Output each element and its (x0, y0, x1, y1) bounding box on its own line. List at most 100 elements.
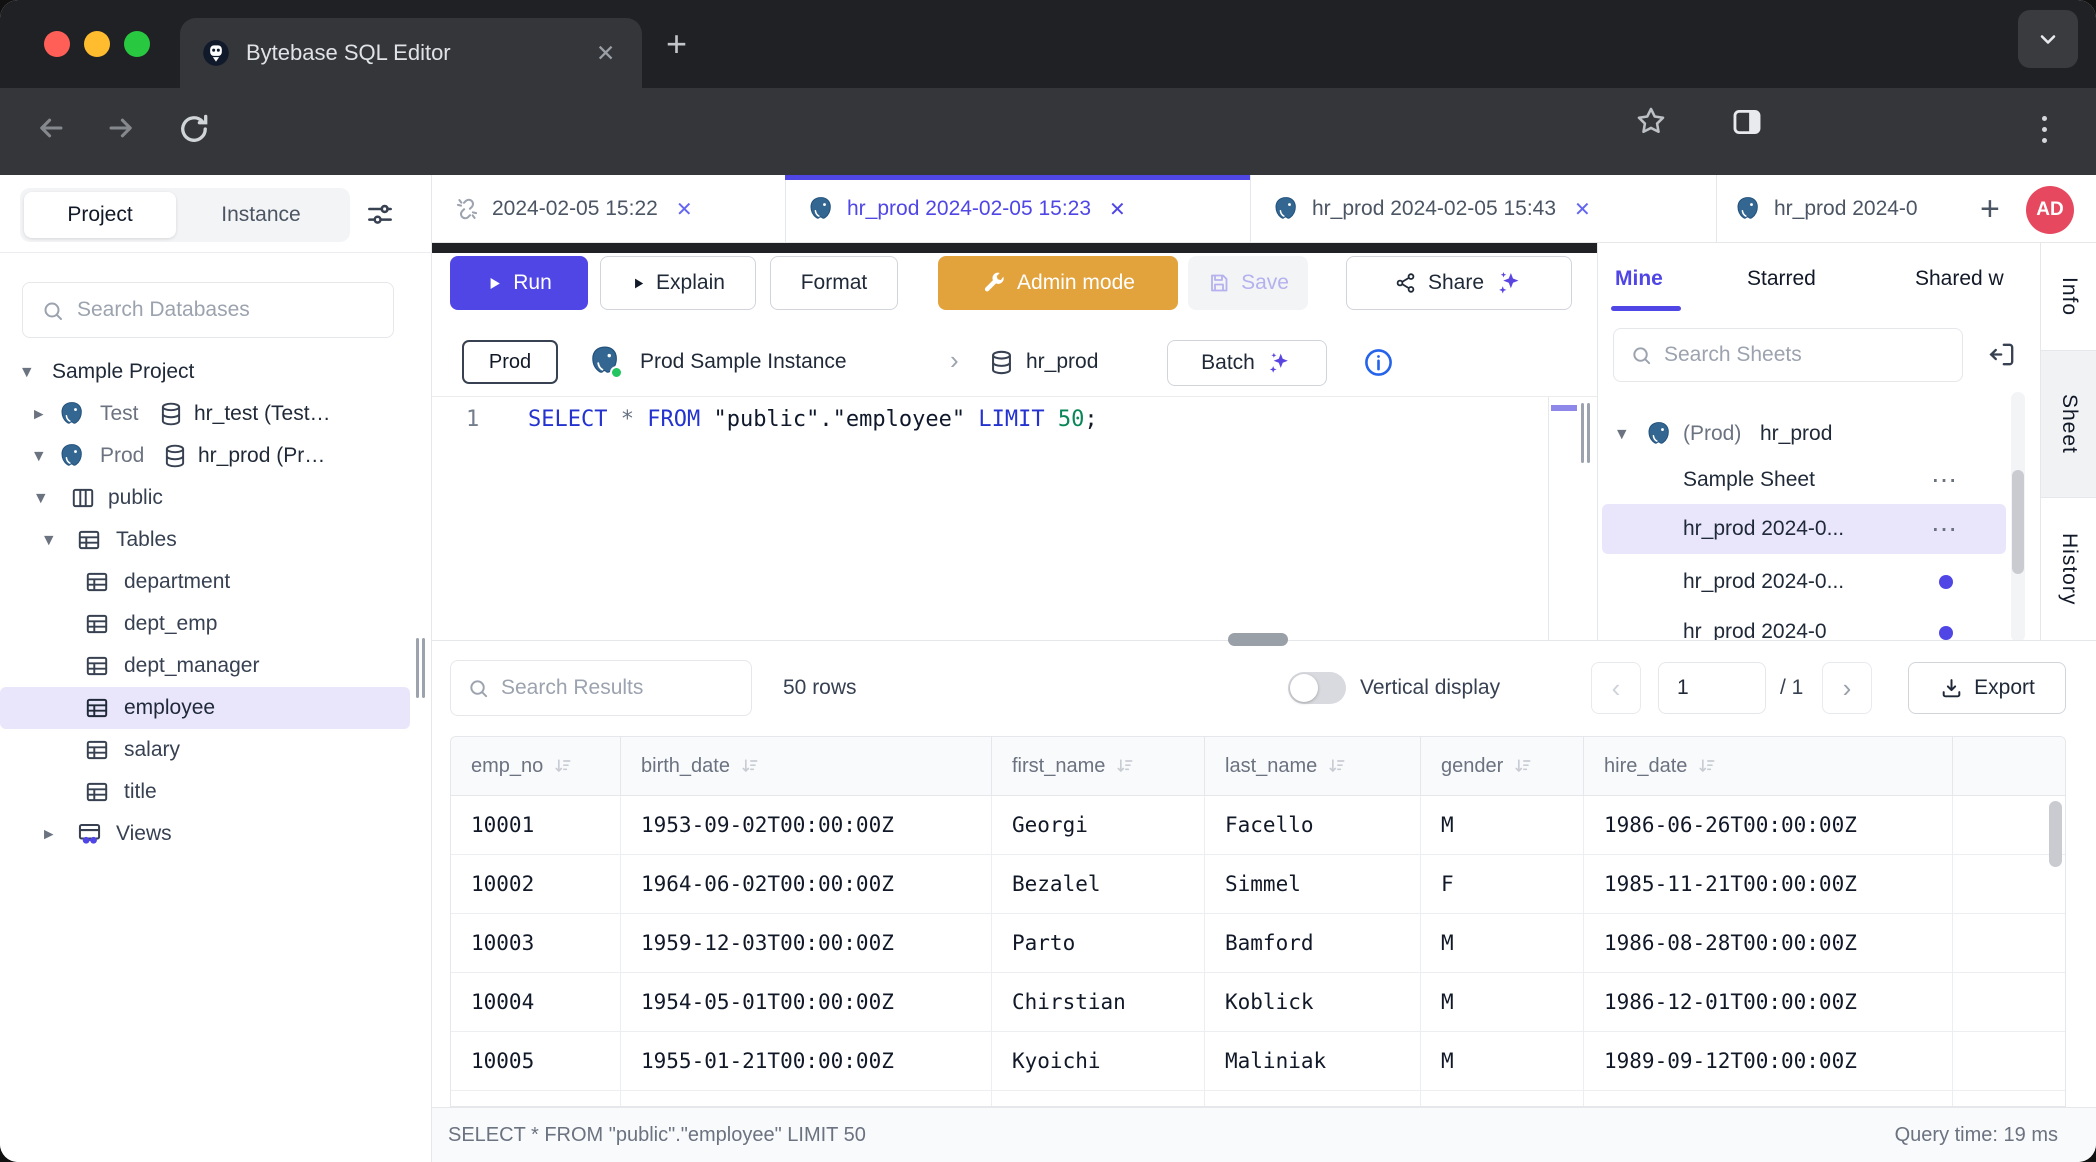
cell[interactable]: 1985-11-21T00:00:00Z (1584, 855, 1953, 913)
cell[interactable]: Georgi (992, 796, 1205, 854)
caret-right-icon[interactable]: ▸ (44, 825, 54, 844)
more-icon[interactable]: ⋯ (1931, 465, 1959, 496)
editor-panel-resize-handle[interactable] (1581, 403, 1590, 463)
info-icon[interactable] (1362, 346, 1395, 379)
browser-tab[interactable]: Bytebase SQL Editor ✕ (180, 18, 642, 88)
table-row[interactable]: 10001 1953-09-02T00:00:00Z Georgi Facell… (451, 796, 2065, 855)
sheet-scrollbar-thumb[interactable] (2012, 470, 2024, 574)
cell[interactable]: Parto (992, 914, 1205, 972)
table-row[interactable]: 10005 1955-01-21T00:00:00Z Kyoichi Malin… (451, 1032, 2065, 1091)
cell[interactable]: Preusig (1205, 1091, 1421, 1107)
table-row[interactable]: 10003 1959-12-03T00:00:00Z Parto Bamford… (451, 914, 2065, 973)
forward-icon[interactable] (104, 111, 138, 145)
export-button[interactable]: Export (1908, 662, 2066, 714)
window-zoom-button[interactable] (124, 31, 150, 57)
collapse-panel-icon[interactable] (1987, 339, 2018, 370)
sql-editor[interactable]: 1 SELECT * FROM "public"."employee" LIMI… (432, 396, 1597, 640)
tree-item-table-salary[interactable]: salary (0, 729, 432, 771)
sql-code-line[interactable]: SELECT * FROM "public"."employee" LIMIT … (528, 407, 1098, 432)
editor-overview-ruler[interactable] (1548, 397, 1578, 641)
cell[interactable]: 1954-05-01T00:00:00Z (621, 973, 992, 1031)
batch-button[interactable]: Batch (1167, 340, 1327, 386)
cell[interactable]: M (1421, 796, 1584, 854)
sheet-tab-1[interactable]: 2024-02-05 15:22 ✕ (432, 175, 786, 243)
sheet-tree-item-clipped[interactable]: (Test) hr_test (1598, 390, 2018, 404)
tree-item-table-dept-emp[interactable]: dept_emp (0, 603, 432, 645)
sheet-item-unsaved[interactable]: hr_prod 2024-0... (1598, 560, 2018, 604)
cell[interactable]: 1959-12-03T00:00:00Z (621, 914, 992, 972)
cell[interactable]: 10005 (451, 1032, 621, 1090)
search-results-input[interactable]: Search Results (450, 660, 752, 716)
side-tab-history[interactable]: History (2041, 498, 2096, 640)
tree-item-table-department[interactable]: department (0, 561, 432, 603)
sort-icon[interactable] (1697, 756, 1717, 776)
tree-item-project[interactable]: ▾ Sample Project (0, 351, 432, 393)
database-name[interactable]: hr_prod (1026, 340, 1098, 384)
cell[interactable]: F (1421, 855, 1584, 913)
column-header[interactable]: gender (1421, 737, 1584, 795)
cell[interactable]: 1986-12-01T00:00:00Z (1584, 973, 1953, 1031)
page-number-input[interactable]: 1 (1658, 662, 1766, 714)
cell[interactable]: 10003 (451, 914, 621, 972)
results-resize-handle[interactable] (1228, 633, 1288, 646)
filter-settings-icon[interactable] (364, 199, 396, 231)
cell[interactable]: Anneke (992, 1091, 1205, 1107)
share-button[interactable]: Share (1346, 256, 1572, 310)
run-button[interactable]: Run (450, 256, 588, 310)
window-minimize-button[interactable] (84, 31, 110, 57)
tab-starred[interactable]: Starred (1747, 267, 1816, 291)
tree-group-views[interactable]: ▸ Views (0, 813, 432, 855)
add-sheet-icon[interactable]: + (1980, 175, 2000, 243)
table-scrollbar-thumb[interactable] (2049, 801, 2062, 867)
cell[interactable]: Facello (1205, 796, 1421, 854)
cell[interactable]: Chirstian (992, 973, 1205, 1031)
tab-instance[interactable]: Instance (176, 192, 346, 238)
instance-name[interactable]: Prod Sample Instance (640, 340, 847, 384)
format-button[interactable]: Format (770, 256, 898, 310)
sheet-tab-2-active[interactable]: hr_prod 2024-02-05 15:23 ✕ (785, 175, 1251, 243)
sort-icon[interactable] (1513, 756, 1533, 776)
save-button[interactable]: Save (1188, 256, 1308, 310)
tree-item-table-dept-manager[interactable]: dept_manager (0, 645, 432, 687)
cell[interactable]: 1953-09-02T00:00:00Z (621, 796, 992, 854)
sheet-tab-4[interactable]: hr_prod 2024-0 (1716, 175, 1978, 243)
cell[interactable]: 1986-08-28T00:00:00Z (1584, 914, 1953, 972)
cell[interactable]: 1953-04-20T00:00:00Z (621, 1091, 992, 1107)
column-header[interactable]: last_name (1205, 737, 1421, 795)
cell[interactable]: M (1421, 914, 1584, 972)
cell[interactable]: 10006 (451, 1091, 621, 1107)
table-row[interactable]: 10004 1954-05-01T00:00:00Z Chirstian Kob… (451, 973, 2065, 1032)
cell[interactable]: 1986-06-26T00:00:00Z (1584, 796, 1953, 854)
sort-icon[interactable] (553, 756, 573, 776)
table-row[interactable]: 10002 1964-06-02T00:00:00Z Bezalel Simme… (451, 855, 2065, 914)
cell[interactable]: Kyoichi (992, 1032, 1205, 1090)
cell[interactable]: 1989-09-12T00:00:00Z (1584, 1032, 1953, 1090)
cell[interactable]: 1955-01-21T00:00:00Z (621, 1032, 992, 1090)
cell[interactable]: 10004 (451, 973, 621, 1031)
close-icon[interactable]: ✕ (676, 197, 693, 222)
cell[interactable]: Bamford (1205, 914, 1421, 972)
browser-tab-close-icon[interactable]: ✕ (596, 18, 615, 88)
search-sheets-input[interactable]: Search Sheets (1613, 328, 1963, 382)
browser-menu-kebab-icon[interactable] (2042, 110, 2047, 149)
cell[interactable]: 1989-06-02T00:00:00Z (1584, 1091, 1953, 1107)
reload-icon[interactable] (176, 111, 212, 147)
sidebar-resize-handle[interactable] (416, 638, 425, 698)
tab-shared[interactable]: Shared w (1915, 267, 2004, 291)
cell[interactable]: F (1421, 1091, 1584, 1107)
results-table[interactable]: emp_no birth_date first_name last_name g… (450, 736, 2066, 1107)
bookmark-star-icon[interactable] (1634, 104, 1668, 138)
cell[interactable]: M (1421, 1032, 1584, 1090)
tab-mine[interactable]: Mine (1615, 267, 1663, 291)
sort-icon[interactable] (740, 756, 760, 776)
admin-mode-button[interactable]: Admin mode (938, 256, 1178, 310)
side-panel-icon[interactable] (1730, 105, 1764, 139)
sheet-item-sample-sheet[interactable]: Sample Sheet ⋯ (1598, 458, 2018, 502)
cell[interactable]: Simmel (1205, 855, 1421, 913)
close-icon[interactable]: ✕ (1109, 197, 1126, 222)
explain-button[interactable]: Explain (600, 256, 756, 310)
side-tab-sheet-active[interactable]: Sheet (2041, 350, 2096, 498)
search-databases-input[interactable]: Search Databases (22, 282, 394, 338)
caret-right-icon[interactable]: ▸ (34, 405, 44, 424)
table-row-partial[interactable]: 10006 1953-04-20T00:00:00Z Anneke Preusi… (451, 1091, 2065, 1107)
